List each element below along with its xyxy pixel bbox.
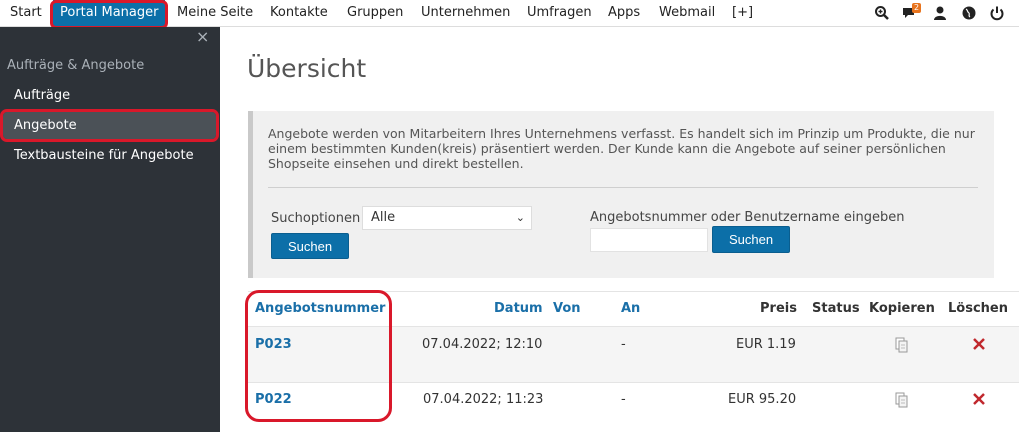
- sidebar-item-textbausteine[interactable]: Textbausteine für Angebote: [14, 148, 194, 163]
- page-title: Übersicht: [247, 54, 367, 83]
- row-2-nummer[interactable]: P022: [255, 392, 292, 407]
- nav-portal-manager[interactable]: Portal Manager: [53, 0, 166, 26]
- header-preis: Preis: [760, 301, 797, 316]
- row-1-datum: 07.04.2022; 12:10: [422, 337, 543, 352]
- header-datum[interactable]: Datum: [494, 301, 543, 316]
- search-button[interactable]: Suchen: [271, 233, 349, 259]
- nav-start[interactable]: Start: [10, 0, 42, 26]
- sidebar: × Aufträge & Angebote Aufträge Angebote …: [0, 27, 220, 432]
- nav-kontakte[interactable]: Kontakte: [270, 0, 328, 26]
- row-2-preis: EUR 95.20: [728, 392, 797, 407]
- sidebar-item-auftraege[interactable]: Aufträge: [14, 88, 70, 103]
- copy-icon[interactable]: [895, 337, 909, 353]
- search-options-label: Suchoptionen: [271, 211, 361, 226]
- power-icon[interactable]: [989, 5, 1005, 21]
- header-loeschen: Löschen: [948, 301, 1008, 316]
- select-value: Alle: [371, 210, 396, 225]
- delete-icon[interactable]: [972, 337, 986, 351]
- globe-icon[interactable]: [961, 5, 977, 21]
- divider: [268, 187, 978, 188]
- row-1-nummer[interactable]: P023: [255, 337, 292, 352]
- number-search-label: Angebotsnummer oder Benutzername eingebe…: [590, 210, 905, 225]
- row-divider: [248, 326, 1019, 327]
- delete-icon[interactable]: [972, 392, 986, 406]
- nav-webmail[interactable]: Webmail: [659, 0, 715, 26]
- sidebar-heading: Aufträge & Angebote: [7, 58, 145, 73]
- copy-icon[interactable]: [895, 392, 909, 408]
- table-row: [248, 327, 1019, 382]
- header-von[interactable]: Von: [553, 301, 581, 316]
- nav-meine-seite[interactable]: Meine Seite: [177, 0, 253, 26]
- header-angebotsnummer[interactable]: Angebotsnummer: [255, 301, 385, 316]
- row-1-an: -: [621, 337, 626, 352]
- number-search-button[interactable]: Suchen: [712, 226, 790, 253]
- row-2-datum: 07.04.2022; 11:23: [423, 392, 544, 407]
- table-top-line: [248, 291, 1019, 292]
- top-navigation: Start Portal Manager Meine Seite Kontakt…: [0, 0, 1019, 27]
- nav-unternehmen[interactable]: Unternehmen: [421, 0, 510, 26]
- header-an[interactable]: An: [621, 301, 640, 316]
- info-text: Angebote werden von Mitarbeitern Ihres U…: [268, 126, 975, 171]
- notification-badge: 2: [912, 3, 922, 13]
- nav-gruppen[interactable]: Gruppen: [347, 0, 403, 26]
- search-options-select[interactable]: Alle ⌄: [362, 206, 532, 230]
- nav-umfragen[interactable]: Umfragen: [527, 0, 592, 26]
- number-search-input[interactable]: [590, 228, 708, 252]
- sidebar-item-angebote[interactable]: Angebote: [14, 118, 77, 133]
- nav-add[interactable]: [+]: [732, 0, 753, 26]
- nav-apps[interactable]: Apps: [608, 0, 640, 26]
- close-icon[interactable]: ×: [196, 27, 209, 46]
- user-icon[interactable]: [932, 5, 948, 21]
- header-kopieren: Kopieren: [869, 301, 935, 316]
- row-1-preis: EUR 1.19: [736, 337, 796, 352]
- chevron-down-icon: ⌄: [515, 211, 525, 224]
- zoom-icon[interactable]: [874, 5, 890, 21]
- header-status: Status: [812, 301, 860, 316]
- row-2-an: -: [621, 392, 626, 407]
